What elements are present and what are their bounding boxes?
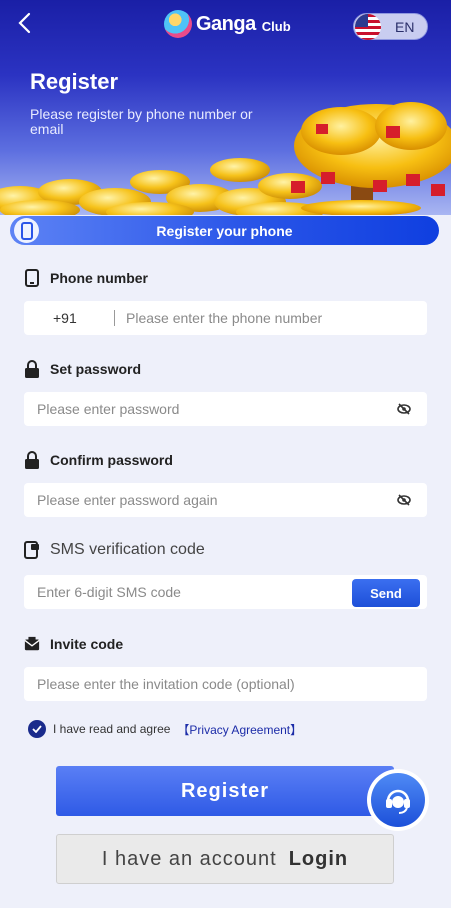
agreement-row: I have read and agree 【Privacy Agreement…	[28, 720, 302, 738]
eye-off-icon[interactable]	[397, 402, 411, 416]
sms-code-input[interactable]: Enter 6-digit SMS code	[37, 584, 181, 600]
divider	[114, 310, 115, 326]
confirm-password-label: Confirm password	[24, 451, 173, 469]
headset-icon	[371, 773, 425, 827]
lock-icon	[25, 451, 39, 469]
phone-label-text: Phone number	[50, 270, 149, 286]
agree-checkbox[interactable]	[28, 720, 46, 738]
app-logo: Ganga Club	[164, 9, 291, 39]
country-code-select[interactable]: +91	[53, 310, 77, 326]
register-button[interactable]: Register	[56, 766, 394, 816]
phone-label: Phone number	[24, 269, 148, 287]
sms-label-text: SMS verification code	[50, 541, 205, 558]
language-selector[interactable]: EN	[353, 13, 428, 40]
confirm-password-input[interactable]: Please enter password again	[37, 492, 218, 508]
logo-subtext: Club	[261, 18, 291, 34]
tab-register-phone[interactable]: Register your phone	[10, 216, 439, 245]
eye-off-icon[interactable]	[397, 493, 411, 507]
agreement-text: I have read and agree	[53, 722, 171, 736]
sms-phone-icon	[24, 541, 39, 559]
send-code-button[interactable]: Send	[352, 579, 420, 607]
envelope-icon	[24, 636, 40, 651]
us-flag-icon	[355, 13, 381, 40]
password-field[interactable]: Please enter password	[24, 392, 427, 426]
tab-label: Register your phone	[156, 223, 293, 239]
password-input[interactable]: Please enter password	[37, 401, 179, 417]
login-button[interactable]: I have an account Login	[56, 834, 394, 884]
privacy-agreement-link[interactable]: 【Privacy Agreement】	[177, 721, 302, 738]
phone-icon	[25, 269, 39, 287]
logo-text: Ganga	[196, 12, 256, 35]
page-subtitle: Please register by phone number or email	[30, 106, 253, 137]
have-account-text: I have an account	[101, 847, 277, 870]
password-label-text: Set password	[50, 361, 142, 377]
sms-field[interactable]: Enter 6-digit SMS code Send	[24, 575, 427, 609]
invite-field[interactable]: Please enter the invitation code (option…	[24, 667, 427, 701]
sms-label: SMS verification code	[24, 541, 205, 559]
back-button[interactable]	[14, 10, 38, 36]
invite-label: Invite code	[24, 635, 123, 653]
lock-icon	[25, 360, 39, 378]
invite-code-input[interactable]: Please enter the invitation code (option…	[37, 676, 295, 692]
customer-support-button[interactable]	[367, 769, 429, 831]
logo-icon	[164, 10, 192, 38]
confirm-password-field[interactable]: Please enter password again	[24, 483, 427, 517]
checkmark-icon	[32, 725, 42, 733]
invite-label-text: Invite code	[50, 636, 124, 652]
money-tree-illustration	[291, 102, 451, 215]
phone-field[interactable]: +91 Please enter the phone number	[24, 301, 427, 335]
confirm-label-text: Confirm password	[50, 452, 173, 468]
login-text: Login	[288, 847, 349, 870]
top-bar: Ganga Club EN	[0, 0, 451, 50]
language-label: EN	[395, 18, 415, 35]
hero-banner: Ganga Club EN Register Please register b…	[0, 0, 451, 215]
chevron-left-icon	[18, 12, 31, 34]
page-title: Register	[30, 69, 119, 94]
phone-input[interactable]: Please enter the phone number	[126, 310, 322, 326]
password-label: Set password	[24, 360, 141, 378]
